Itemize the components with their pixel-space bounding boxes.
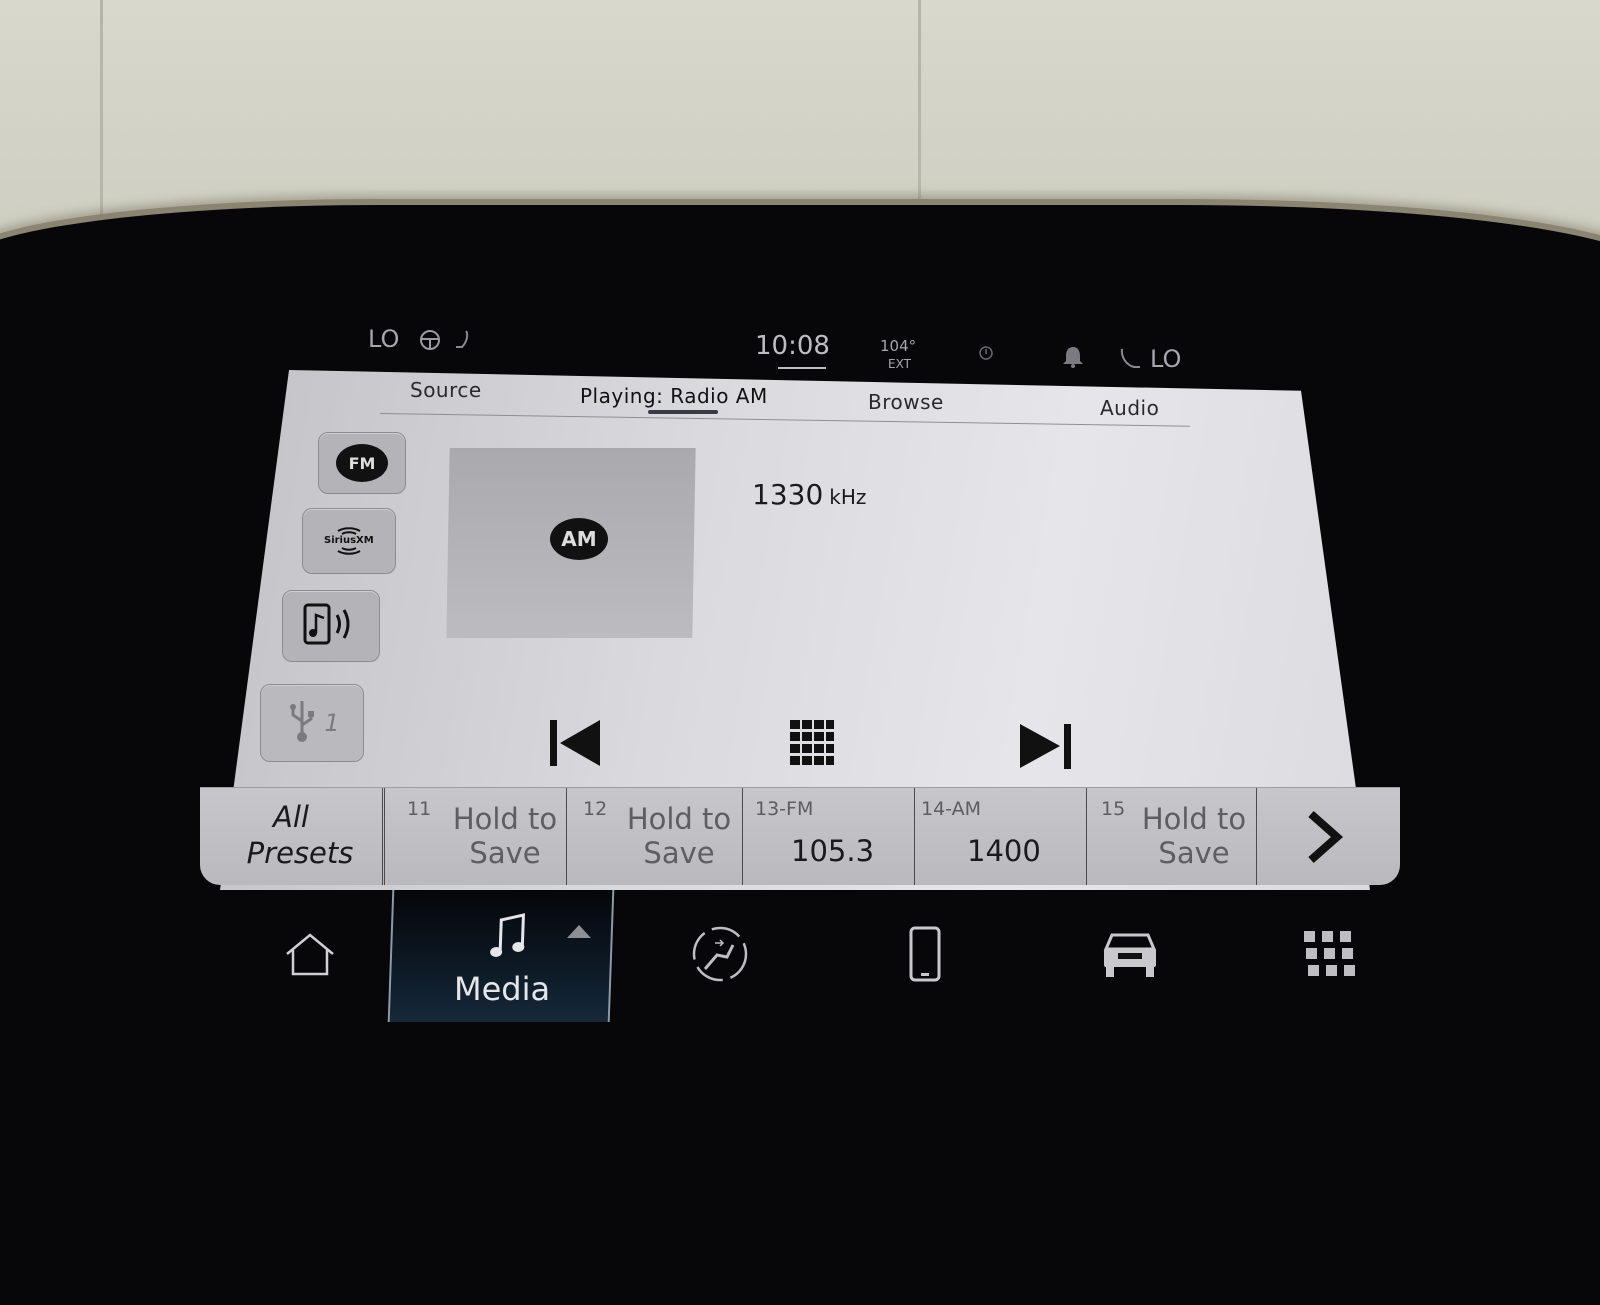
keypad-icon [790, 720, 834, 770]
seek-forward-button[interactable] [1018, 722, 1074, 774]
preset-12[interactable]: 12 Hold to Save [566, 788, 743, 885]
truck-icon [1100, 929, 1160, 983]
status-bar: LO 10:08 104° EXT LO [360, 325, 1240, 375]
preset-number: 11 [407, 798, 432, 820]
source-fm-button[interactable]: FM [318, 432, 406, 494]
preset-hold-line2: Save [1158, 836, 1230, 870]
preset-11[interactable]: 11 Hold to Save [382, 788, 569, 885]
bluetooth-audio-icon [299, 599, 363, 653]
left-climate-level[interactable]: LO [368, 325, 399, 353]
clock-underline [778, 367, 826, 369]
tab-audio[interactable]: Audio [1100, 396, 1159, 420]
heated-seat-icon[interactable] [452, 329, 474, 357]
tab-playing[interactable]: Playing: Radio AM [580, 384, 768, 408]
clock: 10:08 [755, 331, 830, 361]
preset-frequency: 1400 [967, 834, 1041, 868]
seek-back-icon [548, 720, 604, 772]
preset-band-number: 13-FM [755, 798, 814, 820]
frequency-value: 1330 [752, 478, 824, 511]
phone-icon [908, 925, 942, 987]
preset-hold-line1: Hold to [1141, 802, 1247, 836]
tab-source[interactable]: Source [410, 378, 482, 402]
preset-14[interactable]: 14-AM 1400 [914, 788, 1087, 885]
apps-grid-icon [1302, 929, 1358, 983]
media-tabs: Source Playing: Radio AM Browse Audio [380, 376, 1240, 420]
nav-vehicle[interactable] [1060, 890, 1200, 1022]
preset-bar: All Presets 11 Hold to Save 12 Hold to S… [200, 787, 1400, 885]
preset-hold-line1: Hold to [626, 802, 732, 836]
active-tab-indicator [648, 410, 718, 414]
seat-comfort-icon [689, 923, 751, 989]
preset-frequency: 105.3 [791, 834, 875, 868]
source-bluetooth-audio-button[interactable] [282, 590, 380, 662]
notification-bell-icon[interactable] [1060, 345, 1086, 373]
preset-hold-line1: Hold to [452, 802, 558, 836]
seek-forward-icon [1018, 724, 1074, 774]
source-usb-button[interactable]: 1 [260, 684, 364, 762]
outside-temperature-label: EXT [888, 357, 911, 371]
right-climate-level[interactable]: LO [1150, 345, 1181, 373]
all-presets-line2: Presets [246, 836, 354, 870]
preset-number: 15 [1101, 798, 1126, 820]
nav-comfort[interactable] [640, 890, 800, 1022]
wall-seam [100, 0, 103, 230]
media-expand-caret-icon[interactable] [567, 925, 591, 938]
nav-bar [220, 890, 1420, 1030]
usb-icon [284, 695, 320, 751]
all-presets-line1: All [273, 800, 309, 834]
fm-radio-icon: FM [336, 444, 388, 482]
fm-label: FM [348, 453, 376, 473]
all-presets-button[interactable]: All Presets [200, 788, 382, 885]
home-icon [283, 932, 337, 980]
siriusxm-icon: SiriusXM [314, 519, 384, 563]
source-siriusxm-button[interactable]: SiriusXM [302, 508, 396, 574]
siriusxm-label: SiriusXM [324, 535, 374, 546]
preset-band-number: 14-AM [921, 798, 982, 820]
next-presets-button[interactable] [1256, 788, 1401, 885]
heated-steering-wheel-icon[interactable] [418, 329, 442, 355]
current-frequency: 1330 kHz [752, 478, 866, 511]
frequency-unit: kHz [829, 485, 867, 509]
nav-media-label: Media [454, 970, 551, 1008]
seek-back-button[interactable] [548, 718, 604, 772]
preset-13[interactable]: 13-FM 105.3 [742, 788, 915, 885]
nav-phone[interactable] [860, 890, 990, 1022]
preset-number: 12 [583, 798, 608, 820]
preset-hold-line2: Save [643, 836, 715, 870]
usb-number: 1 [324, 709, 340, 737]
chevron-right-icon [1305, 810, 1345, 868]
nav-apps[interactable] [1260, 890, 1400, 1022]
direct-tune-button[interactable] [790, 720, 834, 770]
tab-browse[interactable]: Browse [868, 390, 944, 414]
music-note-icon [488, 912, 530, 964]
nav-home[interactable] [240, 890, 380, 1022]
heated-seat-icon[interactable] [1118, 347, 1144, 375]
am-band-badge: AM [550, 518, 608, 560]
wall-seam [918, 0, 921, 230]
outside-temperature: 104° [880, 337, 917, 355]
preset-15[interactable]: 15 Hold to Save [1086, 788, 1257, 885]
info-alert-icon[interactable] [978, 345, 994, 365]
preset-hold-line2: Save [469, 836, 541, 870]
band-label: AM [561, 527, 597, 551]
